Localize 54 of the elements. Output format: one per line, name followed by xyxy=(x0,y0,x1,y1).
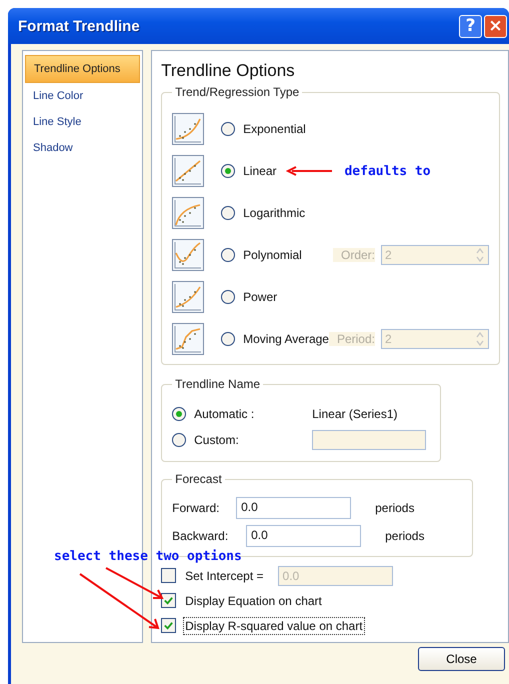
option-label: Moving Average xyxy=(243,332,329,346)
close-dialog-button[interactable]: Close xyxy=(418,647,505,671)
checkbox-label: Display Equation on chart xyxy=(184,592,323,610)
window-title: Format Trendline xyxy=(18,18,140,34)
option-label: Polynomial xyxy=(243,248,302,262)
annotation-text: defaults to xyxy=(344,164,431,178)
trendline-chart-icon xyxy=(172,197,204,229)
panel-heading: Trendline Options xyxy=(161,61,296,81)
checkbox-label: Set Intercept = xyxy=(184,568,265,584)
group-title: Trend/Regression Type xyxy=(174,85,300,99)
radio-button[interactable] xyxy=(221,122,236,136)
checkbox-label: Display R-squared value on chart xyxy=(183,616,365,634)
checkmark-icon xyxy=(163,595,174,606)
checkbox[interactable] xyxy=(161,618,176,633)
input-field[interactable]: 0.0 xyxy=(236,497,352,519)
close-button[interactable]: × xyxy=(484,14,507,38)
radio-button[interactable] xyxy=(221,332,236,346)
field-label: Forward: xyxy=(172,501,220,515)
unit-label: periods xyxy=(385,529,424,543)
radio-button[interactable] xyxy=(221,164,236,178)
unit-label: periods xyxy=(375,501,414,515)
trendline-chart-icon xyxy=(172,113,204,145)
option-label: Automatic : xyxy=(194,407,256,421)
parameter-label: Order: xyxy=(332,248,375,262)
checkbox[interactable] xyxy=(161,568,176,583)
sidebar-item[interactable]: Line Style xyxy=(25,109,140,135)
option-label: Exponential xyxy=(243,122,306,136)
group-title: Forecast xyxy=(174,472,223,486)
radio-button[interactable] xyxy=(221,206,236,220)
radio-button[interactable] xyxy=(221,290,236,304)
option-label: Logarithmic xyxy=(243,206,306,220)
sidebar-item[interactable]: Trendline Options xyxy=(25,55,140,83)
help-button[interactable]: ? xyxy=(459,14,482,38)
trendline-name-text: Linear (Series1) xyxy=(312,407,398,421)
field-label: Backward: xyxy=(172,529,230,543)
arrow-icon xyxy=(286,166,332,176)
trendline-chart-icon xyxy=(172,239,204,271)
group-title: Trendline Name xyxy=(174,377,262,391)
option-label: Custom: xyxy=(194,433,240,447)
radio-button[interactable] xyxy=(221,248,236,262)
input-field[interactable]: 0.0 xyxy=(246,525,362,547)
trendline-chart-icon xyxy=(172,281,204,313)
radio-button[interactable] xyxy=(172,407,186,421)
sidebar-item[interactable]: Shadow xyxy=(25,135,140,161)
parameter-label: Period: xyxy=(328,332,375,346)
radio-button[interactable] xyxy=(172,433,186,447)
trendline-chart-icon xyxy=(172,323,204,355)
trendline-chart-icon xyxy=(172,155,204,187)
checkbox[interactable] xyxy=(161,593,176,608)
annotation-text: select these two options xyxy=(54,549,242,564)
option-label: Power xyxy=(243,290,278,304)
sidebar-item[interactable]: Line Color xyxy=(25,83,140,109)
checkmark-icon xyxy=(163,620,174,631)
option-label: Linear xyxy=(243,164,276,178)
